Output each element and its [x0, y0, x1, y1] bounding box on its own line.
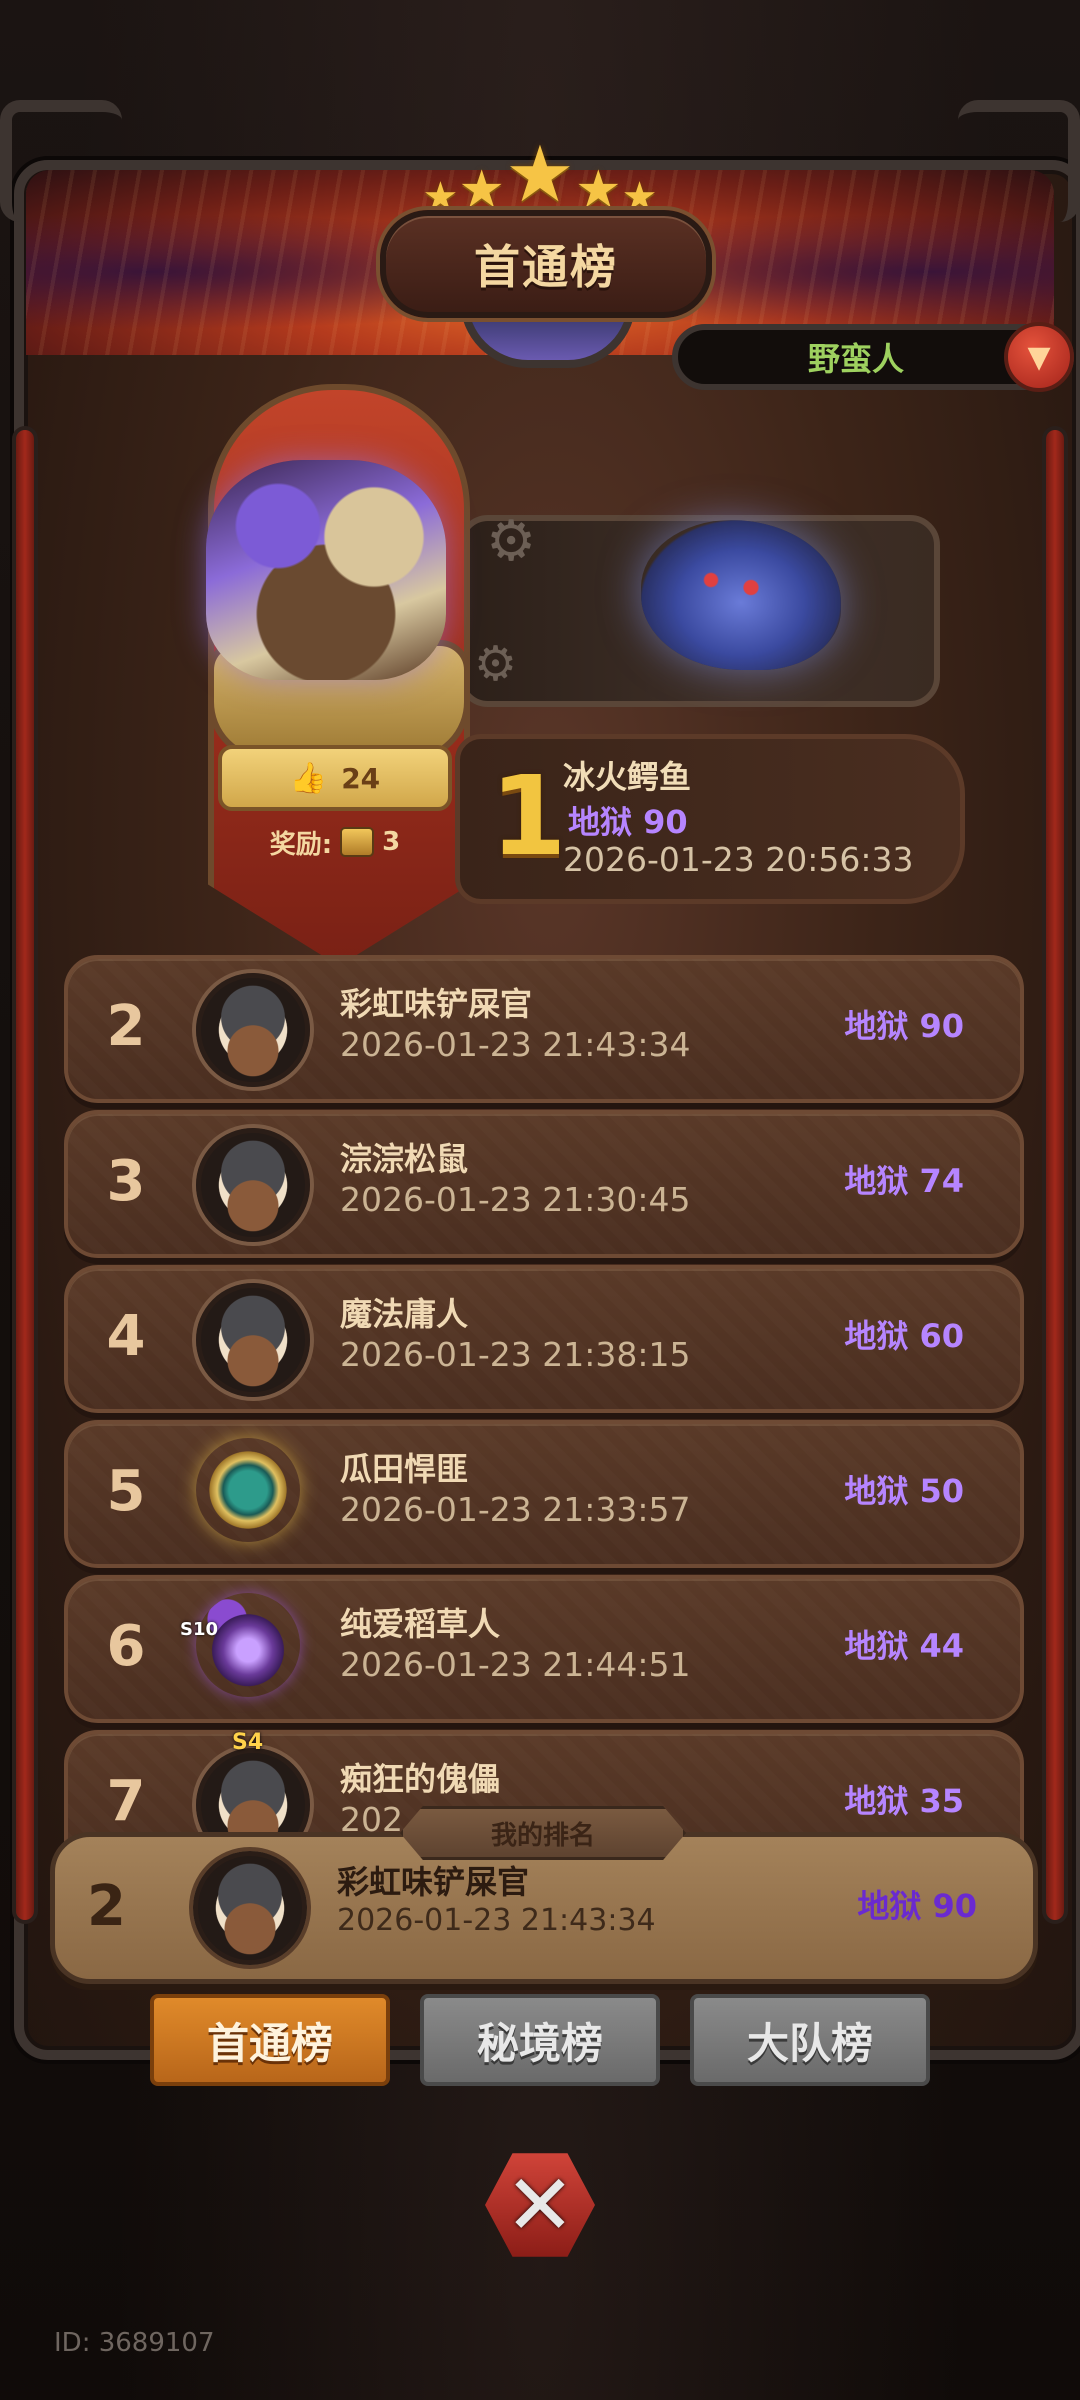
- player-avatar-tentacle-frame[interactable]: [196, 1593, 300, 1697]
- class-filter-value: 野蛮人: [807, 340, 904, 378]
- first-place-time: 2026-01-23 20:56:33: [563, 840, 914, 879]
- page-title: 首通榜: [380, 210, 712, 318]
- my-rank-label: 我的排名: [400, 1806, 686, 1860]
- tab-team[interactable]: 大队榜: [690, 1994, 930, 2086]
- leaderboard-row[interactable]: 2 彩虹味铲屎官 2026-01-23 21:43:34 地狱 90: [64, 955, 1024, 1103]
- like-button[interactable]: 👍 24: [218, 745, 452, 811]
- player-avatar[interactable]: [196, 973, 310, 1087]
- difficulty-level: 地狱 50: [844, 1472, 964, 1510]
- tab-secret-realm[interactable]: 秘境榜: [420, 1994, 660, 2086]
- clear-time: 2026-01-23 21:38:15: [340, 1335, 691, 1374]
- my-clear-time: 2026-01-23 21:43:34: [337, 1903, 656, 1938]
- season-badge: S10: [180, 1619, 219, 1640]
- close-icon: ✕: [485, 2153, 595, 2257]
- chevron-down-icon[interactable]: ▼: [1004, 322, 1074, 392]
- reward-info: 奖励: 3: [250, 820, 420, 864]
- first-place-level: 地狱 90: [568, 803, 688, 841]
- chest-icon: [340, 827, 375, 857]
- leaderboard-row[interactable]: 5 瓜田悍匪 2026-01-23 21:33:57 地狱 50: [64, 1420, 1024, 1568]
- user-id: ID: 3689107: [54, 2328, 215, 2358]
- frame-rail-right: [1046, 430, 1064, 1920]
- clear-time: 2026-01-23 21:44:51: [340, 1645, 691, 1684]
- player-name: 淙淙松鼠: [340, 1140, 469, 1178]
- difficulty-level: 地狱 74: [844, 1162, 964, 1200]
- like-count: 24: [341, 761, 381, 795]
- clear-time: 2026-01-23 21:30:45: [340, 1180, 691, 1219]
- my-rank-number: 2: [87, 1874, 126, 1939]
- season-badge: S4: [232, 1730, 264, 1755]
- player-name: 纯爱稻草人: [340, 1605, 501, 1643]
- first-place-name: 冰火鳄鱼: [563, 758, 692, 796]
- clear-time: 2026-01-23 21:43:34: [340, 1025, 691, 1064]
- gear-icon: ⚙: [474, 636, 518, 692]
- first-place-rank: 1: [490, 752, 567, 880]
- player-name: 痴狂的傀儡: [340, 1760, 501, 1798]
- difficulty-level: 地狱 44: [844, 1627, 964, 1665]
- row-rank: 2: [106, 994, 146, 1059]
- player-name: 瓜田悍匪: [340, 1450, 469, 1488]
- row-rank: 6: [106, 1614, 146, 1679]
- thumbs-up-icon: 👍: [289, 760, 328, 796]
- close-button[interactable]: ✕: [475, 2140, 605, 2270]
- first-place-hero-avatar[interactable]: [176, 430, 476, 710]
- player-avatar[interactable]: [196, 1128, 310, 1242]
- leaderboard-row[interactable]: 4 魔法庸人 2026-01-23 21:38:15 地狱 60: [64, 1265, 1024, 1413]
- player-name: 彩虹味铲屎官: [340, 985, 533, 1023]
- leaderboard-row[interactable]: 3 淙淙松鼠 2026-01-23 21:30:45 地狱 74: [64, 1110, 1024, 1258]
- leaderboard-tabs: 首通榜 秘境榜 大队榜: [150, 1994, 930, 2086]
- reward-label: 奖励:: [269, 829, 333, 860]
- row-rank: 4: [106, 1304, 146, 1369]
- difficulty-level: 地狱 60: [844, 1317, 964, 1355]
- star-icon: ★: [505, 130, 575, 220]
- player-avatar-sun-frame[interactable]: [196, 1438, 300, 1542]
- row-rank: 3: [106, 1149, 146, 1214]
- gear-icon: ⚙: [486, 509, 537, 574]
- row-rank: 7: [106, 1769, 146, 1834]
- rating-stars: ★★★★★: [0, 130, 1080, 220]
- pet-wolf-image[interactable]: [616, 500, 866, 690]
- tab-first-clear[interactable]: 首通榜: [150, 1994, 390, 2086]
- player-avatar[interactable]: [196, 1283, 310, 1397]
- clear-time: 2026-01-23 21:33:57: [340, 1490, 691, 1529]
- player-name: 魔法庸人: [340, 1295, 469, 1333]
- frame-rail-left: [16, 430, 34, 1920]
- class-filter-dropdown[interactable]: 野蛮人 ▼: [672, 322, 1074, 392]
- difficulty-level: 地狱 90: [844, 1007, 964, 1045]
- difficulty-level: 地狱 35: [844, 1782, 964, 1820]
- reward-count: 3: [382, 827, 401, 857]
- leaderboard-row[interactable]: 6 S10 纯爱稻草人 2026-01-23 21:44:51 地狱 44: [64, 1575, 1024, 1723]
- my-difficulty-level: 地狱 90: [857, 1887, 977, 1925]
- row-rank: 5: [106, 1459, 146, 1524]
- my-name: 彩虹味铲屎官: [337, 1863, 530, 1901]
- my-avatar[interactable]: [193, 1851, 307, 1965]
